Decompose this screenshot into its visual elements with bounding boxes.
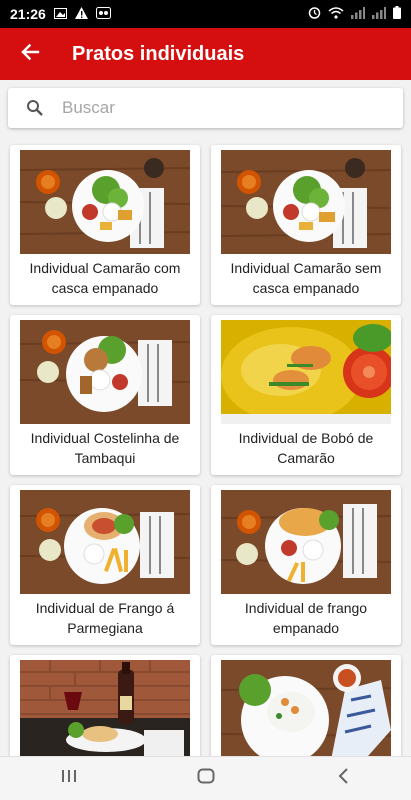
recent-apps-icon [61, 769, 77, 788]
home-icon [197, 768, 215, 789]
dish-name: Individual de Bobó de Camarão [238, 430, 374, 466]
signal-icon-2 [372, 6, 386, 22]
arrow-back-icon [20, 42, 40, 67]
back-button[interactable] [0, 28, 60, 80]
dish-photo [20, 490, 190, 594]
dish-card[interactable]: Individual de Bobó de Camarão [211, 315, 401, 475]
dish-card[interactable]: Individual de Frango á Parmegiana [10, 485, 200, 645]
dish-name: Individual Costelinha de Tambaqui [30, 430, 180, 466]
dish-photo [221, 490, 391, 594]
dish-photo [221, 150, 391, 254]
status-bar: 21:26 [0, 0, 411, 28]
dish-photo [221, 320, 391, 424]
system-navigation-bar [0, 756, 411, 800]
dish-card[interactable]: Individual Costelinha de Tambaqui [10, 315, 200, 475]
wifi-icon [328, 6, 344, 22]
dish-name: Individual Camarão com casca empanado [29, 260, 181, 296]
dish-photo [20, 320, 190, 424]
warning-icon [74, 6, 88, 22]
home-button[interactable] [176, 757, 236, 800]
page-title: Pratos individuais [72, 42, 245, 65]
app-notification-icon [95, 6, 111, 22]
chevron-left-icon [337, 768, 349, 789]
dish-card[interactable]: Individual Camarão com casca empanado [10, 145, 200, 305]
search-bar [8, 88, 403, 128]
dish-name: Individual de Frango á Parmegiana [35, 600, 175, 636]
dish-name: Individual Camarão sem casca empanado [230, 260, 382, 296]
dish-card[interactable]: Individual Camarão sem casca empanado [211, 145, 401, 305]
dish-photo [20, 150, 190, 254]
back-nav-button[interactable] [313, 757, 373, 800]
recent-apps-button[interactable] [39, 757, 99, 800]
app-bar: Pratos individuais [0, 28, 411, 80]
dish-photo [221, 660, 391, 764]
battery-icon [393, 6, 401, 22]
status-time: 21:26 [10, 6, 46, 22]
image-notification-icon [53, 6, 67, 22]
alarm-icon [308, 6, 321, 22]
dish-name: Individual de frango empanado [244, 600, 368, 636]
search-icon [8, 99, 62, 117]
dish-card[interactable]: Individual de frango empanado [211, 485, 401, 645]
search-input[interactable] [62, 98, 382, 118]
dish-photo [20, 660, 190, 764]
signal-icon [351, 6, 365, 22]
